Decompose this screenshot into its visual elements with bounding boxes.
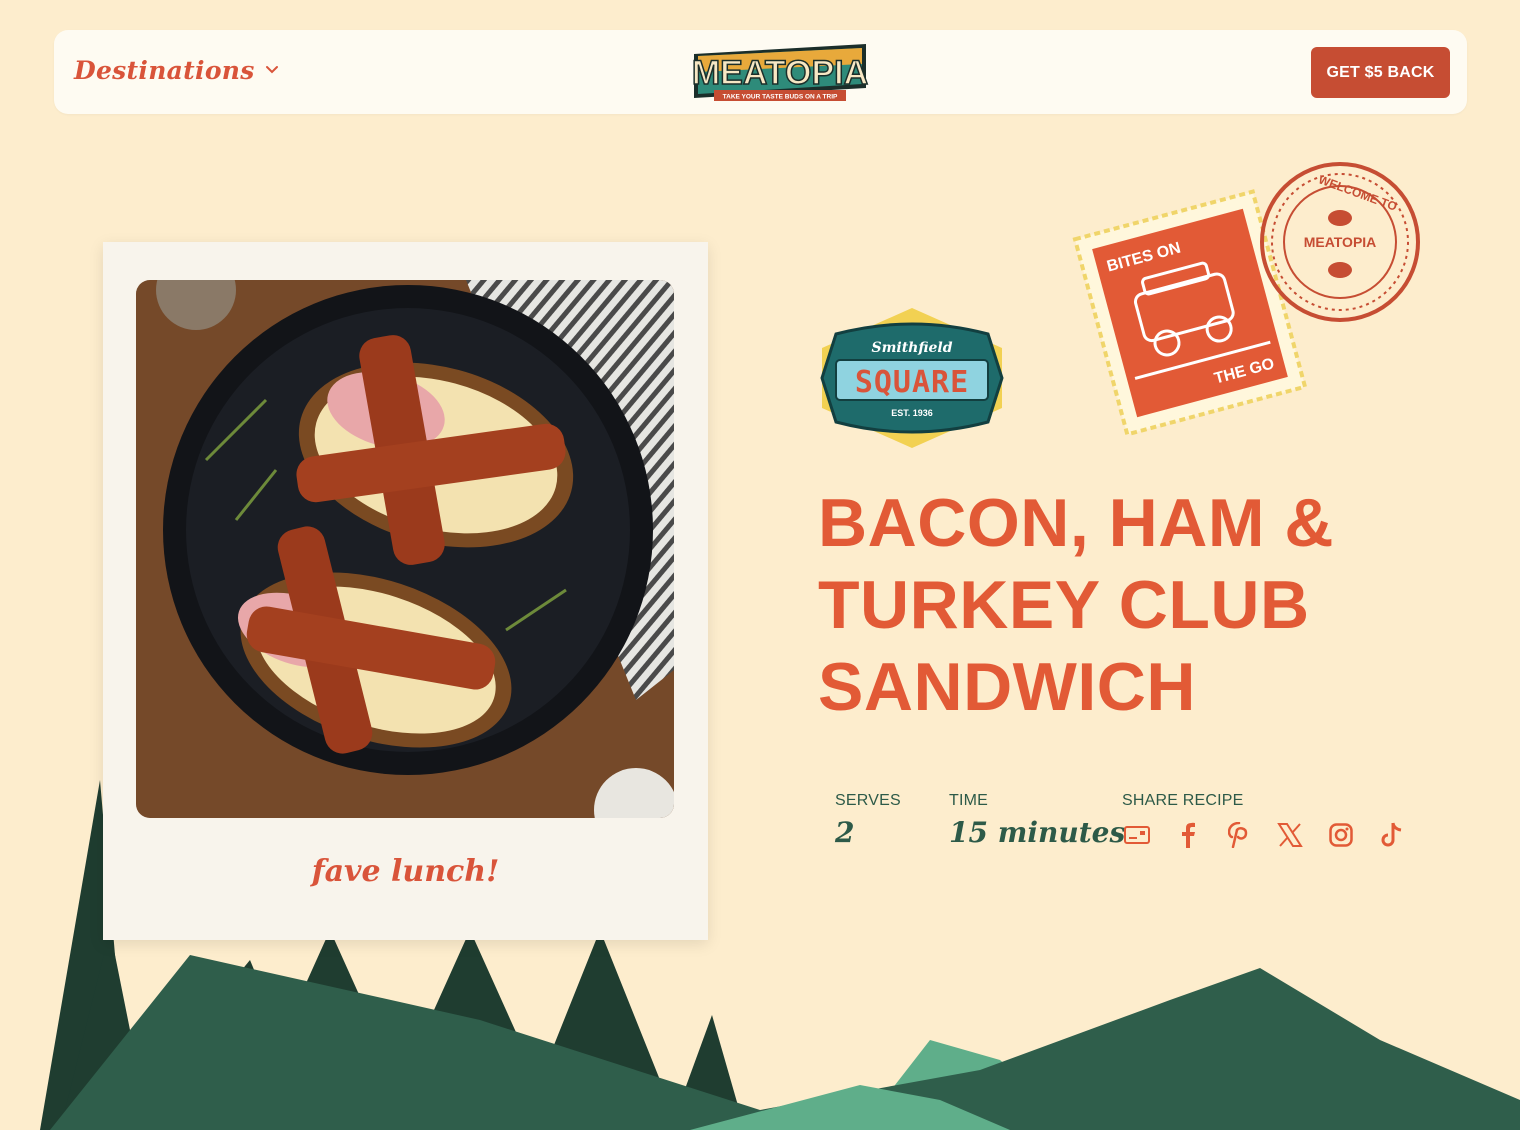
recipe-polaroid: fave lunch!: [103, 242, 708, 940]
instagram-icon[interactable]: [1326, 820, 1355, 849]
sandwich-photo-illustration: [136, 280, 674, 818]
recipe-title: BACON, HAM & TURKEY CLUB SANDWICH: [818, 485, 1334, 725]
serves-label: SERVES: [835, 792, 901, 809]
serves-block: SERVES 2: [835, 792, 901, 849]
smithfield-square-badge: Smithfield SQUARE EST. 1936: [820, 308, 1004, 448]
share-label: SHARE RECIPE: [1122, 792, 1244, 809]
seal-center-text: MEATOPIA: [1304, 234, 1377, 250]
badge-est-text: EST. 1936: [891, 408, 933, 418]
recipe-photo: [136, 280, 674, 818]
pinterest-icon[interactable]: [1224, 820, 1253, 849]
serves-value: 2: [835, 816, 855, 849]
time-value: 15 minutes: [949, 816, 1126, 849]
tiktok-icon[interactable]: [1377, 820, 1406, 849]
x-icon[interactable]: [1275, 820, 1304, 849]
welcome-to-meatopia-seal: WELCOME TO MEATOPIA: [1260, 162, 1420, 322]
time-label: TIME: [949, 792, 989, 809]
badge-main-text: SQUARE: [855, 365, 969, 400]
facebook-icon[interactable]: [1173, 820, 1202, 849]
share-icons: [1122, 820, 1406, 849]
email-card-icon[interactable]: [1122, 820, 1151, 849]
pig-icon: [1328, 210, 1352, 226]
pig-icon: [1328, 262, 1352, 278]
time-block: TIME 15 minutes: [949, 792, 1125, 849]
polaroid-caption: fave lunch!: [311, 854, 500, 889]
badge-top-text: Smithfield: [871, 340, 952, 356]
share-block: SHARE RECIPE: [1122, 792, 1406, 849]
